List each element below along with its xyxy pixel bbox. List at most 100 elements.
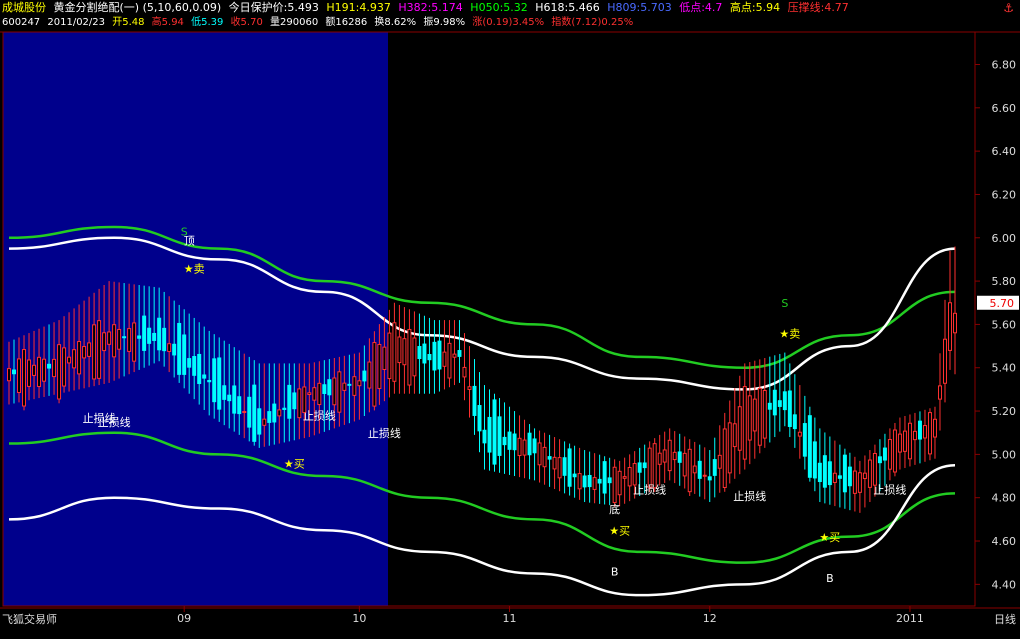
candle-body (842, 454, 847, 493)
candle-body (232, 385, 237, 414)
candle-body (327, 379, 332, 396)
candle-body (287, 384, 292, 419)
candle-body (892, 429, 897, 473)
candle-body (602, 461, 607, 494)
candle-body (852, 470, 857, 494)
candle-body (667, 439, 672, 472)
candle-body (402, 338, 407, 366)
candle-body (557, 457, 562, 479)
candle-body (92, 324, 97, 380)
candle-body (302, 386, 307, 414)
candle-body (47, 363, 52, 369)
candle-body (62, 347, 67, 387)
candle-body (542, 446, 547, 468)
candle-body (112, 324, 117, 358)
candle-body (752, 398, 757, 432)
candle-body (592, 477, 597, 490)
candle-body (637, 462, 642, 473)
candle-body (747, 395, 752, 441)
candle-body (677, 451, 682, 463)
chart-annotation: 止损线 (303, 409, 336, 423)
candle-body (837, 475, 842, 479)
candle-body (412, 337, 417, 377)
candle-body (682, 452, 687, 477)
candle-body (352, 376, 357, 396)
candle-body (137, 335, 142, 339)
candle-body (172, 343, 177, 356)
candle-body (217, 357, 222, 410)
candle-body (942, 338, 947, 384)
candle-body (482, 429, 487, 444)
candle-body (597, 478, 602, 484)
candle-body (372, 342, 377, 407)
candle-body (502, 436, 507, 446)
indicator-name[interactable]: 黄金分割绝配(一) (54, 1, 140, 14)
chart-annotation: ★买 (819, 531, 840, 544)
candle-body (657, 452, 662, 465)
candle-body (317, 382, 322, 406)
high-value: 高5.94 (151, 17, 184, 28)
candle-body (872, 452, 877, 486)
candle-body (922, 425, 927, 439)
chart-annotation: 止损线 (98, 415, 131, 429)
header-line-1: 成城股份 黄金分割绝配(一) (5,10,60,0.09) 今日保护价:5.49… (2, 1, 853, 15)
candle-body (812, 441, 817, 479)
chart-annotation: 止损线 (873, 482, 906, 496)
chart-annotation: S (781, 297, 788, 310)
candle-body (212, 358, 217, 403)
candle-body (492, 399, 497, 465)
candle-body (337, 371, 342, 413)
candle-body (948, 302, 952, 351)
turnover-value: 换8.62% (374, 17, 417, 28)
candle-body (953, 312, 957, 334)
candle-body (167, 343, 172, 352)
candle-body (97, 320, 102, 379)
candle-body (242, 411, 247, 414)
x-tick-label: 11 (503, 612, 517, 625)
change-value: 涨(0.19)3.45% (472, 17, 545, 28)
candle-body (277, 409, 282, 417)
y-tick-label: 6.00 (992, 232, 1017, 245)
low-point-value: 低点:4.7 (679, 1, 723, 14)
protect-price: 今日保护价:5.493 (228, 1, 319, 14)
candle-body (707, 476, 712, 481)
candle-body (397, 336, 402, 364)
candle-body (902, 430, 907, 452)
header-line-2: 600247 2011/02/23 开5.48 高5.94 低5.39 收5.7… (2, 16, 637, 30)
y-tick-label: 4.80 (992, 492, 1017, 505)
chart-annotation: B (611, 566, 619, 579)
candle-body (407, 328, 412, 386)
candle-body (57, 344, 62, 400)
candle-body (817, 462, 822, 483)
candle-body (177, 322, 182, 375)
candle-body (227, 394, 232, 402)
lock-icon[interactable]: ⚓ (1003, 1, 1014, 15)
candle-body (452, 353, 457, 358)
period-label[interactable]: 日线 (994, 611, 1016, 627)
candle-body (322, 384, 327, 394)
candle-body (207, 380, 212, 383)
candle-body (627, 467, 632, 487)
candle-body (332, 377, 337, 406)
candle-body (387, 332, 392, 380)
candle-body (297, 388, 302, 419)
candle-body (67, 356, 72, 364)
close-value: 收5.70 (230, 17, 263, 28)
candle-body (727, 422, 732, 474)
candle-body (467, 386, 472, 390)
candle-body (477, 405, 482, 432)
candle-body (807, 415, 812, 478)
candle-body (222, 385, 227, 400)
candle-body (692, 465, 697, 474)
candle-body (717, 454, 722, 469)
candle-body (567, 448, 572, 487)
h809-value: H809:5.703 (607, 1, 672, 14)
candle-body (582, 475, 587, 488)
candle-body (427, 354, 432, 361)
candle-body (862, 472, 867, 480)
candle-body (82, 346, 87, 359)
candle-body (442, 351, 447, 367)
amplitude-value: 振9.98% (423, 17, 466, 28)
stock-name[interactable]: 成城股份 (2, 1, 46, 14)
candle-body (187, 358, 192, 368)
